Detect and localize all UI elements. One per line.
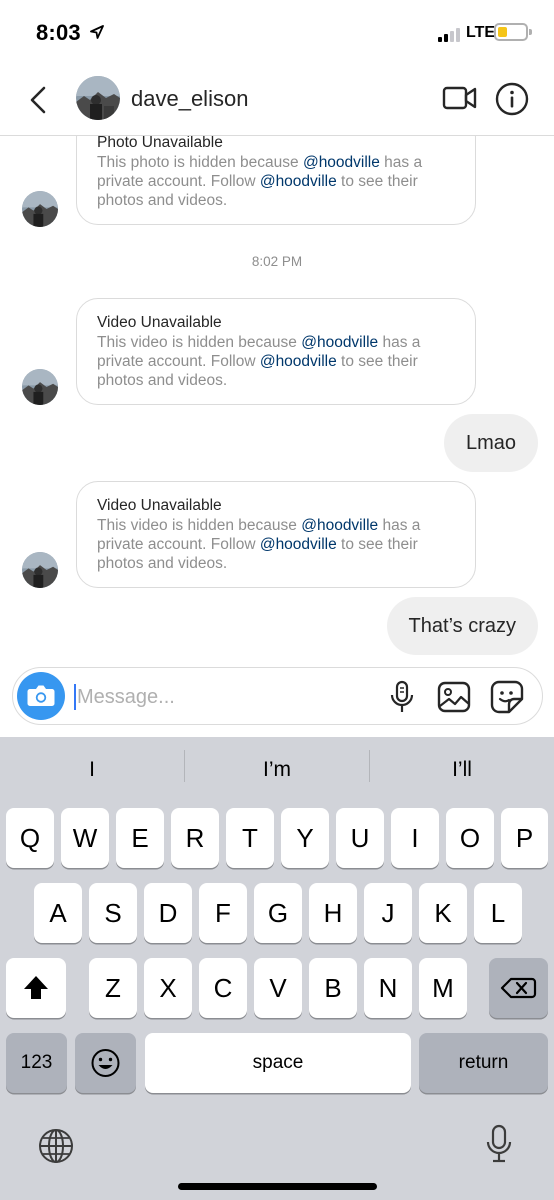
avatar-photo <box>22 369 58 405</box>
outgoing-message-bubble[interactable]: Lmao <box>443 414 538 472</box>
info-icon[interactable] <box>495 82 529 116</box>
unavailable-media-card[interactable]: Photo Unavailable This photo is hidden b… <box>76 136 476 225</box>
outgoing-message-bubble[interactable]: That’s crazy <box>386 597 538 655</box>
location-arrow-icon <box>90 25 104 39</box>
unavailable-media-card[interactable]: Video Unavailable This video is hidden b… <box>76 481 476 588</box>
camera-button[interactable] <box>17 672 65 720</box>
globe-icon[interactable] <box>36 1126 76 1166</box>
thread-header: dave_elison <box>0 66 554 136</box>
key-g[interactable]: G <box>254 883 302 943</box>
status-time: 8:03 <box>36 20 81 45</box>
emoji-key[interactable] <box>75 1033 136 1093</box>
emoji-icon <box>91 1049 120 1077</box>
key-l[interactable]: L <box>474 883 522 943</box>
key-p[interactable]: P <box>501 808 548 868</box>
key-t[interactable]: T <box>226 808 274 868</box>
key-y[interactable]: Y <box>281 808 329 868</box>
message-input[interactable] <box>77 680 377 714</box>
backspace-icon <box>500 977 537 999</box>
home-indicator[interactable] <box>178 1183 377 1190</box>
key-z[interactable]: Z <box>89 958 137 1018</box>
key-u[interactable]: U <box>336 808 384 868</box>
message-timestamp: 8:02 PM <box>251 254 303 269</box>
gallery-icon[interactable] <box>437 680 471 714</box>
battery-level <box>498 27 507 37</box>
mention-link[interactable]: @hoodville <box>260 353 337 370</box>
unavailable-body: This video is hidden because @hoodville … <box>97 517 421 572</box>
back-icon[interactable] <box>24 82 54 118</box>
shift-key[interactable] <box>6 958 66 1018</box>
microphone-icon[interactable] <box>389 680 415 714</box>
mention-link[interactable]: @hoodville <box>260 536 337 553</box>
shift-icon <box>24 976 48 999</box>
unavailable-body: This video is hidden because @hoodville … <box>97 334 421 389</box>
video-call-icon[interactable] <box>442 84 478 112</box>
sticker-icon[interactable] <box>490 680 524 714</box>
avatar[interactable] <box>76 76 120 120</box>
numbers-key[interactable]: 123 <box>6 1033 67 1093</box>
camera-icon <box>27 685 55 706</box>
cellular-signal-icon <box>438 28 464 42</box>
key-b[interactable]: B <box>309 958 357 1018</box>
status-bar: 8:03 LTE <box>0 0 554 66</box>
key-m[interactable]: M <box>419 958 467 1018</box>
key-h[interactable]: H <box>309 883 357 943</box>
sender-avatar[interactable] <box>22 369 58 405</box>
avatar-photo <box>76 76 120 120</box>
unavailable-title: Photo Unavailable <box>97 136 223 151</box>
backspace-key[interactable] <box>489 958 548 1018</box>
text-caret <box>74 684 76 710</box>
key-i[interactable]: I <box>391 808 439 868</box>
key-r[interactable]: R <box>171 808 219 868</box>
predictive-bar: I I’m I’ll <box>0 737 554 803</box>
sender-avatar[interactable] <box>22 552 58 588</box>
unavailable-media-card[interactable]: Video Unavailable This video is hidden b… <box>76 298 476 405</box>
avatar-photo <box>22 191 58 227</box>
message-thread[interactable]: Photo Unavailable This photo is hidden b… <box>0 136 554 664</box>
battery-icon <box>494 23 528 41</box>
key-k[interactable]: K <box>419 883 467 943</box>
suggestion-item[interactable]: I’m <box>185 737 369 803</box>
mention-link[interactable]: @hoodville <box>303 154 380 171</box>
key-c[interactable]: C <box>199 958 247 1018</box>
network-type: LTE <box>466 24 496 41</box>
key-n[interactable]: N <box>364 958 412 1018</box>
key-f[interactable]: F <box>199 883 247 943</box>
key-j[interactable]: J <box>364 883 412 943</box>
key-o[interactable]: O <box>446 808 494 868</box>
sender-avatar[interactable] <box>22 191 58 227</box>
suggestion-item[interactable]: I’ll <box>370 737 554 803</box>
dictation-icon[interactable] <box>484 1122 514 1166</box>
key-e[interactable]: E <box>116 808 164 868</box>
key-x[interactable]: X <box>144 958 192 1018</box>
unavailable-title: Video Unavailable <box>97 497 222 514</box>
unavailable-title: Video Unavailable <box>97 314 222 331</box>
return-key[interactable]: return <box>419 1033 548 1093</box>
key-a[interactable]: A <box>34 883 82 943</box>
key-v[interactable]: V <box>254 958 302 1018</box>
mention-link[interactable]: @hoodville <box>301 334 378 351</box>
space-key[interactable]: space <box>145 1033 411 1093</box>
key-q[interactable]: Q <box>6 808 54 868</box>
battery-cap <box>529 29 532 35</box>
message-composer <box>12 667 543 725</box>
mention-link[interactable]: @hoodville <box>301 517 378 534</box>
avatar-photo <box>22 552 58 588</box>
thread-username[interactable]: dave_elison <box>131 86 248 112</box>
key-d[interactable]: D <box>144 883 192 943</box>
unavailable-body: This photo is hidden because @hoodville … <box>97 154 423 209</box>
suggestion-item[interactable]: I <box>0 737 184 803</box>
mention-link[interactable]: @hoodville <box>260 173 337 190</box>
key-s[interactable]: S <box>89 883 137 943</box>
key-w[interactable]: W <box>61 808 109 868</box>
